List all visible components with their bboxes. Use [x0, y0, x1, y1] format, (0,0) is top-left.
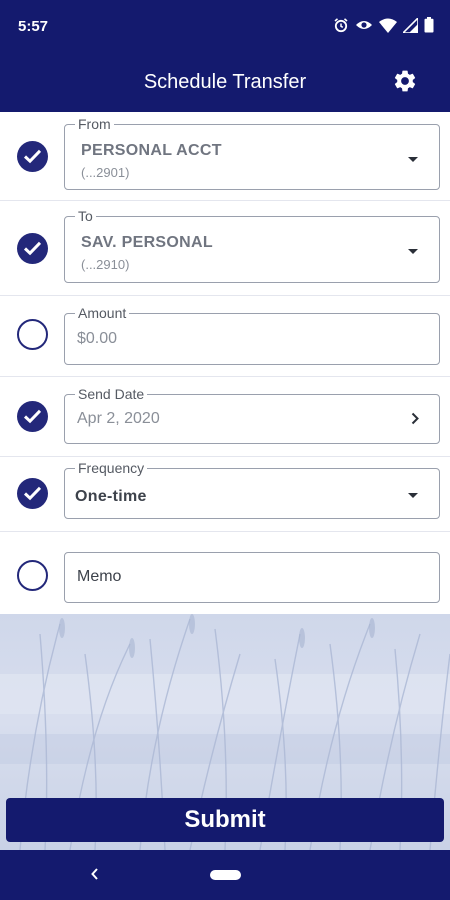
to-account-select[interactable]: To SAV. PERSONAL (...2910) [64, 208, 440, 283]
wifi-icon [379, 18, 397, 33]
memo-check-icon [17, 560, 48, 591]
amount-placeholder: $0.00 [77, 330, 118, 347]
from-row: From PERSONAL ACCT (...2901) [0, 112, 450, 201]
send-date-label: Send Date [75, 386, 148, 402]
chevron-down-icon [408, 249, 418, 254]
amount-input[interactable]: Amount $0.00 [64, 305, 440, 365]
signal-icon [403, 17, 418, 33]
frequency-value: One-time [75, 488, 147, 505]
home-pill-icon[interactable] [210, 870, 241, 880]
send-date-check-icon [17, 401, 48, 432]
to-account-number: (...2910) [81, 257, 130, 272]
memo-placeholder: Memo [77, 568, 122, 585]
from-check-icon [17, 141, 48, 172]
frequency-select[interactable]: Frequency One-time [64, 460, 440, 519]
from-account-name: PERSONAL ACCT [81, 142, 222, 159]
chevron-down-icon [408, 493, 418, 498]
alarm-icon [334, 18, 348, 33]
status-icons [333, 17, 434, 33]
to-row: To SAV. PERSONAL (...2910) [0, 201, 450, 296]
memo-row: Memo [0, 532, 450, 614]
transfer-form: From PERSONAL ACCT (...2901) To SAV. PER… [0, 112, 450, 614]
frequency-check-icon [17, 478, 48, 509]
to-label: To [75, 208, 96, 224]
back-icon[interactable] [90, 867, 100, 881]
to-check-icon [17, 233, 48, 264]
to-account-name: SAV. PERSONAL [81, 234, 213, 251]
page-title: Schedule Transfer [143, 71, 307, 93]
frequency-label: Frequency [75, 460, 148, 476]
gear-icon[interactable] [392, 68, 418, 94]
eye-icon [356, 21, 372, 29]
from-account-select[interactable]: From PERSONAL ACCT (...2901) [64, 116, 440, 190]
app-bar: Schedule Transfer [0, 54, 450, 112]
send-date-value: Apr 2, 2020 [77, 410, 160, 427]
memo-input[interactable]: Memo [64, 552, 440, 603]
chevron-right-icon [411, 412, 419, 425]
chevron-down-icon [408, 157, 418, 162]
from-account-number: (...2901) [81, 165, 130, 180]
send-date-picker[interactable]: Send Date Apr 2, 2020 [64, 386, 440, 444]
send-date-row: Send Date Apr 2, 2020 [0, 377, 450, 457]
frequency-row: Frequency One-time [0, 457, 450, 532]
amount-check-icon [17, 319, 48, 350]
status-bar: 5:57 [0, 0, 450, 54]
battery-icon [424, 17, 434, 33]
amount-row: Amount $0.00 [0, 296, 450, 377]
amount-label: Amount [75, 305, 130, 321]
system-nav-bar [0, 850, 450, 900]
from-label: From [75, 116, 114, 132]
status-time: 5:57 [18, 18, 49, 35]
submit-button[interactable]: Submit [6, 798, 444, 842]
